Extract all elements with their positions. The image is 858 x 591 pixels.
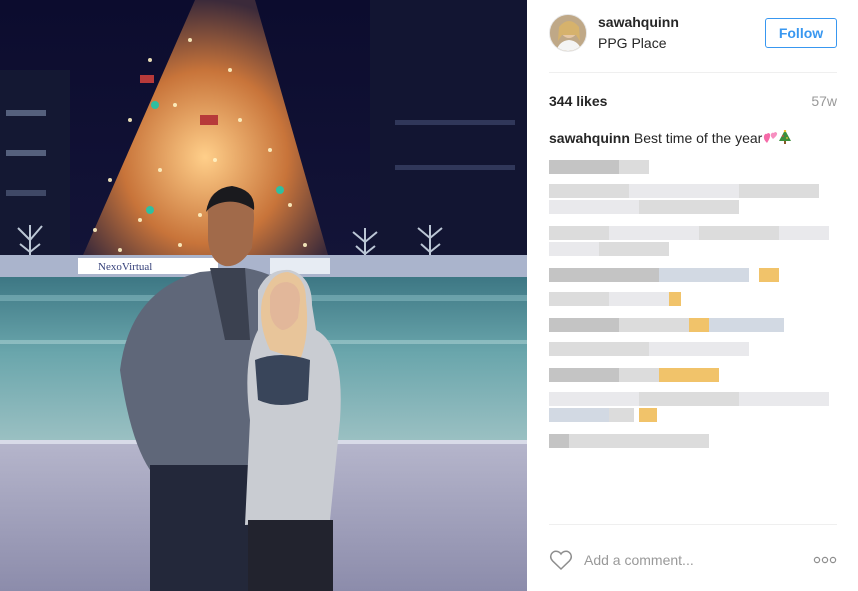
- caption-username[interactable]: sawahquinn: [549, 130, 630, 146]
- heart-outline-icon[interactable]: [549, 549, 573, 571]
- photo-image: NexoVirtual: [0, 0, 527, 591]
- post-header: sawahquinn PPG Place Follow: [527, 0, 858, 72]
- blurred-comments: [549, 152, 839, 457]
- comment-bar: [527, 536, 858, 582]
- caption: sawahquinn Best time of the year: [549, 130, 792, 146]
- post-details-panel: sawahquinn PPG Place Follow 344 likes 57…: [527, 0, 858, 591]
- comment-input[interactable]: [584, 548, 784, 572]
- post-age[interactable]: 57w: [811, 93, 837, 109]
- avatar-image: [550, 15, 586, 51]
- rink-sign-text: NexoVirtual: [98, 261, 152, 273]
- christmas-tree-emoji-icon: [779, 130, 792, 144]
- comment-divider: [549, 524, 837, 525]
- follow-button[interactable]: Follow: [765, 18, 837, 48]
- avatar[interactable]: [549, 14, 587, 52]
- likes-count[interactable]: 344 likes: [549, 93, 607, 109]
- more-options-icon[interactable]: [813, 554, 837, 566]
- header-divider: [549, 72, 837, 73]
- username[interactable]: sawahquinn: [598, 14, 679, 30]
- post-photo[interactable]: NexoVirtual: [0, 0, 527, 591]
- caption-text: Best time of the year: [633, 130, 763, 146]
- location[interactable]: PPG Place: [598, 35, 666, 51]
- pink-hearts-emoji-icon: [764, 132, 778, 143]
